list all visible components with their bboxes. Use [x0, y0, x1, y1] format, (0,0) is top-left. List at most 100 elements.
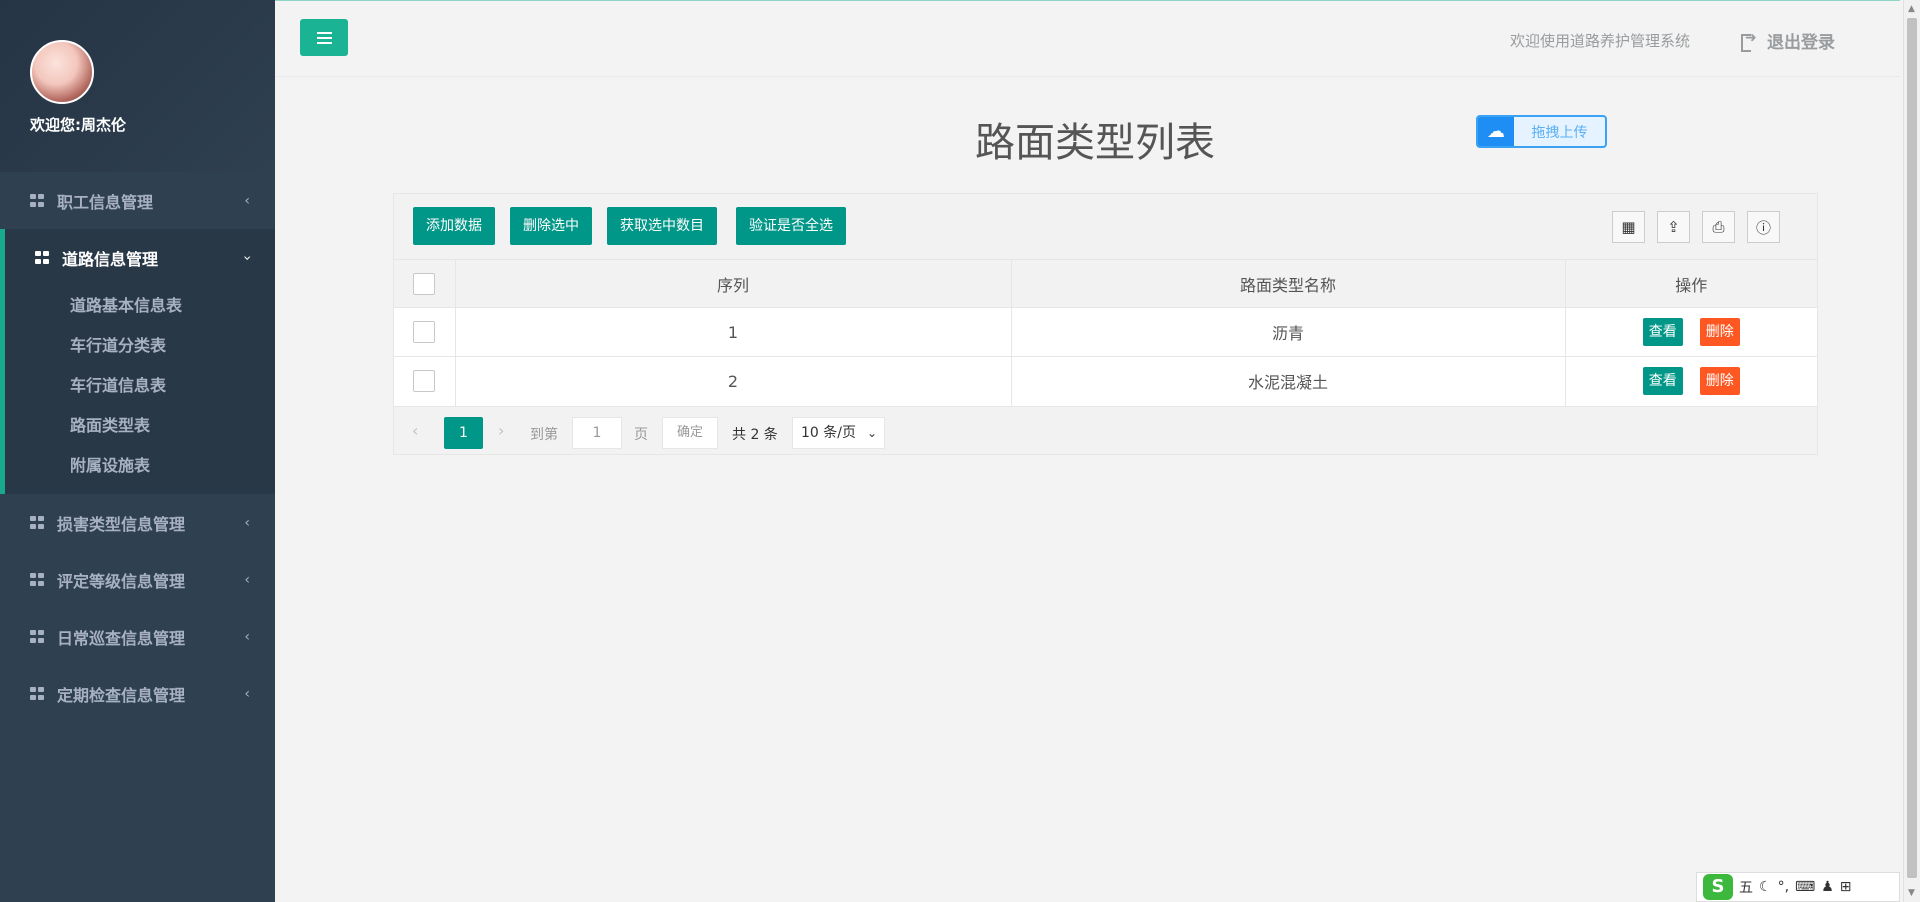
goto-label: 到第 [530, 426, 558, 443]
scrollbar-thumb[interactable] [1907, 18, 1917, 878]
data-table: 序列 路面类型名称 操作 1 沥青 查看 删除 2 水泥混凝土 查看 删除 [394, 259, 1817, 406]
profile-section: 欢迎您:周杰伦 [0, 0, 275, 172]
view-button[interactable]: 查看 [1642, 367, 1683, 396]
scroll-down-icon[interactable]: ▼ [1908, 888, 1915, 898]
table-row: 2 水泥混凝土 查看 删除 [394, 356, 1817, 406]
menu-road-info[interactable]: 道路信息管理 › [5, 229, 275, 286]
sidebar-item-facilities[interactable]: 附属设施表 [5, 446, 275, 486]
punctuation-icon[interactable]: °, [1778, 879, 1789, 895]
pagination: ‹ 1 › 到第 1 页 确定 共 2 条 10 条/页 ⌄ [394, 405, 1817, 457]
total-count: 共 2 条 [732, 426, 778, 443]
menu-label: 日常巡查信息管理 [57, 628, 186, 648]
page-size-value: 10 条/页 [801, 424, 856, 441]
select-all-checkbox[interactable] [413, 272, 436, 295]
grid-icon [35, 251, 50, 264]
moon-icon[interactable]: ☾ [1759, 879, 1772, 895]
chevron-left-icon: ‹ [244, 571, 250, 588]
menu-road-info-group: 道路信息管理 › 道路基本信息表 车行道分类表 车行道信息表 路面类型表 附属设… [0, 229, 275, 494]
sidebar-item-pavement-type[interactable]: 路面类型表 [5, 406, 275, 446]
chevron-left-icon: ‹ [244, 685, 250, 702]
grid-icon [30, 630, 45, 643]
add-data-button[interactable]: 添加数据 [413, 207, 495, 245]
row-checkbox-cell [394, 307, 456, 357]
cell-seq: 1 [455, 307, 1012, 357]
cloud-icon: ☁ [1478, 117, 1514, 146]
check-all-selected-button[interactable]: 验证是否全选 [736, 207, 846, 245]
chevron-left-icon: ‹ [244, 628, 250, 645]
chevron-left-icon: ‹ [244, 192, 250, 209]
keyboard-icon[interactable]: ⌨ [1795, 879, 1815, 895]
user-welcome: 欢迎您:周杰伦 [30, 116, 126, 134]
header-checkbox-cell [394, 259, 456, 308]
info-icon[interactable]: ⓘ [1747, 211, 1780, 243]
prev-page-icon[interactable]: ‹ [412, 421, 418, 440]
grid-icon [30, 516, 45, 529]
user-icon[interactable]: ♟ [1821, 879, 1834, 895]
system-welcome-text: 欢迎使用道路养护管理系统 [1509, 32, 1690, 50]
menu-label: 定期检查信息管理 [57, 685, 186, 705]
menu-label: 损害类型信息管理 [57, 514, 186, 534]
menu-staff-info[interactable]: 职工信息管理 ‹ [0, 172, 275, 229]
logout-icon [1741, 30, 1757, 52]
menu-rating-level[interactable]: 评定等级信息管理 ‹ [0, 551, 275, 608]
goto-confirm-button[interactable]: 确定 [662, 416, 718, 449]
ime-mode[interactable]: 五 [1739, 877, 1753, 897]
scroll-up-icon[interactable]: ▲ [1908, 4, 1915, 14]
menu-periodic-check[interactable]: 定期检查信息管理 ‹ [0, 665, 275, 722]
logout-label: 退出登录 [1767, 33, 1835, 53]
page-title: 路面类型列表 [975, 120, 1215, 166]
sogou-logo-icon[interactable]: S [1703, 874, 1733, 900]
logout-button[interactable]: 退出登录 [1741, 28, 1835, 53]
menu-label: 评定等级信息管理 [57, 571, 186, 591]
cell-actions: 查看 删除 [1565, 356, 1817, 406]
apps-icon[interactable]: ⊞ [1840, 879, 1852, 895]
page-size-select[interactable]: 10 条/页 ⌄ [792, 416, 885, 449]
column-header-seq[interactable]: 序列 [455, 259, 1012, 308]
current-page-button[interactable]: 1 [444, 416, 483, 449]
column-header-name[interactable]: 路面类型名称 [1011, 259, 1566, 308]
column-header-action: 操作 [1565, 259, 1817, 308]
sidebar: 欢迎您:周杰伦 职工信息管理 ‹ 道路信息管理 › 道路基本信息表 车行道分类表… [0, 0, 275, 902]
get-selected-count-button[interactable]: 获取选中数目 [607, 207, 717, 245]
cell-actions: 查看 删除 [1565, 307, 1817, 357]
columns-filter-icon[interactable]: ▦ [1612, 211, 1645, 243]
grid-icon [30, 194, 45, 207]
menu-label: 职工信息管理 [57, 192, 154, 212]
view-button[interactable]: 查看 [1642, 318, 1683, 346]
delete-selected-button[interactable]: 删除选中 [510, 207, 592, 245]
table-row: 1 沥青 查看 删除 [394, 307, 1817, 357]
sidebar-item-lane-info[interactable]: 车行道信息表 [5, 366, 275, 406]
hamburger-icon-line [316, 36, 332, 39]
menu-damage-type[interactable]: 损害类型信息管理 ‹ [0, 494, 275, 551]
goto-page-input[interactable]: 1 [572, 416, 622, 449]
hamburger-icon [316, 31, 332, 34]
menu-daily-patrol[interactable]: 日常巡查信息管理 ‹ [0, 608, 275, 665]
vertical-scrollbar[interactable]: ▲ ▼ [1903, 0, 1920, 902]
menu-toggle-button[interactable] [300, 19, 348, 56]
chevron-down-icon: ⌄ [866, 425, 877, 440]
sidebar-item-road-basic[interactable]: 道路基本信息表 [5, 286, 275, 326]
drag-upload-button[interactable]: ☁ 拖拽上传 [1476, 115, 1607, 148]
table-toolbar: 添加数据 删除选中 获取选中数目 验证是否全选 ▦ ⇪ ⎙ ⓘ [394, 194, 1817, 259]
table-header-row: 序列 路面类型名称 操作 [394, 259, 1817, 308]
table-tools: ▦ ⇪ ⎙ ⓘ [1612, 211, 1780, 243]
export-icon[interactable]: ⇪ [1657, 211, 1690, 243]
submenu: 道路基本信息表 车行道分类表 车行道信息表 路面类型表 附属设施表 [5, 286, 275, 494]
chevron-down-icon: › [239, 254, 256, 261]
row-checkbox[interactable] [413, 321, 436, 343]
cell-name: 水泥混凝土 [1011, 356, 1566, 406]
cell-seq: 2 [455, 356, 1012, 406]
sidebar-item-lane-category[interactable]: 车行道分类表 [5, 326, 275, 366]
delete-button[interactable]: 删除 [1699, 318, 1740, 346]
row-checkbox[interactable] [413, 370, 436, 393]
print-icon[interactable]: ⎙ [1702, 211, 1735, 243]
delete-button[interactable]: 删除 [1699, 367, 1740, 396]
table-panel: 添加数据 删除选中 获取选中数目 验证是否全选 ▦ ⇪ ⎙ ⓘ 序列 路面类型名… [393, 193, 1818, 455]
hamburger-icon-line [316, 41, 332, 44]
row-checkbox-cell [394, 356, 456, 406]
next-page-icon[interactable]: › [498, 421, 504, 440]
grid-icon [30, 573, 45, 586]
avatar[interactable] [30, 40, 94, 104]
chevron-left-icon: ‹ [244, 514, 250, 531]
menu-label: 道路信息管理 [62, 249, 159, 269]
